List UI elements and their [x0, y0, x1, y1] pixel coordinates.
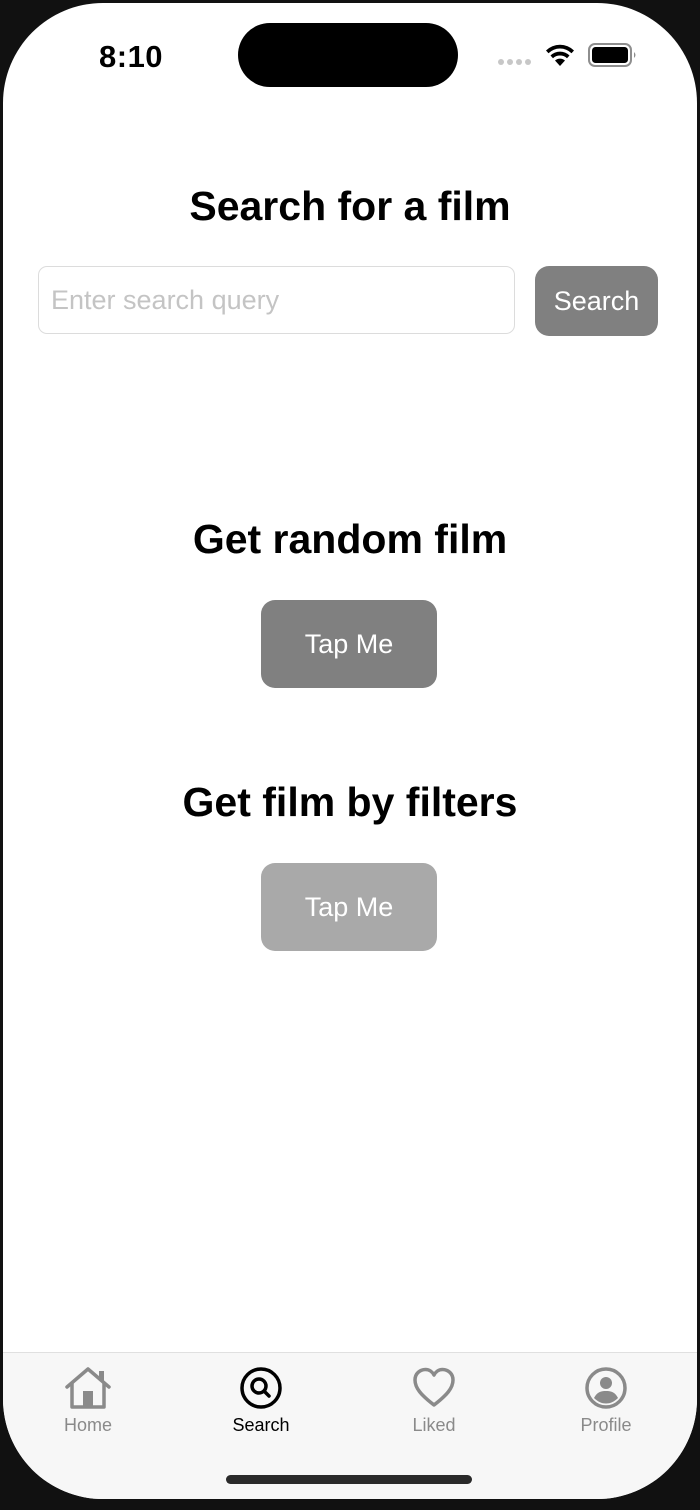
filters-film-button[interactable]: Tap Me: [261, 863, 437, 951]
tab-home[interactable]: Home: [28, 1365, 148, 1436]
search-button[interactable]: Search: [535, 266, 658, 336]
random-film-button[interactable]: Tap Me: [261, 600, 437, 688]
dynamic-island: [238, 23, 458, 87]
search-input[interactable]: [38, 266, 515, 334]
battery-icon: [588, 43, 638, 74]
tab-search-label: Search: [232, 1415, 290, 1435]
search-section-title: Search for a film: [189, 183, 511, 229]
wifi-icon: [544, 42, 576, 73]
app-screen: 8:10 Search for a film Search Get random…: [3, 3, 697, 1499]
tab-home-label: Home: [63, 1415, 112, 1435]
search-icon: [240, 1367, 282, 1409]
tab-liked-label: Liked: [412, 1415, 456, 1435]
tab-profile-label: Profile: [580, 1415, 632, 1435]
home-indicator[interactable]: [226, 1475, 472, 1484]
filters-film-title: Get film by filters: [182, 779, 518, 825]
tab-search[interactable]: Search: [201, 1365, 321, 1436]
random-film-title: Get random film: [192, 516, 508, 562]
status-time: 8:10: [99, 39, 164, 74]
person-circle-icon: [585, 1367, 627, 1409]
house-icon: [65, 1367, 111, 1409]
cellular-signal-icon: [498, 59, 531, 65]
tab-liked[interactable]: Liked: [374, 1365, 494, 1436]
tab-profile[interactable]: Profile: [546, 1365, 666, 1436]
heart-icon: [413, 1367, 455, 1407]
